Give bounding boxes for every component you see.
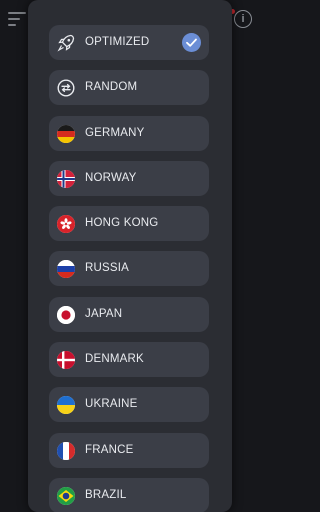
menu-icon[interactable] xyxy=(8,12,26,26)
rocket-icon xyxy=(57,34,75,52)
location-label: RUSSIA xyxy=(85,262,130,275)
ukraine-flag-icon xyxy=(57,396,75,415)
russia-flag-icon xyxy=(57,260,75,279)
germany-flag-icon xyxy=(57,124,75,143)
location-item-optimized[interactable]: OPTIMIZED xyxy=(49,25,209,60)
selected-check-icon xyxy=(182,33,201,52)
location-item-france[interactable]: FRANCE xyxy=(49,432,209,468)
location-list-sheet: OPTIMIZED RANDOM GERMANY NORWAY HONG KON… xyxy=(28,0,232,512)
location-label: HONG KONG xyxy=(85,217,159,230)
location-picker-screen: i OPTIMIZED RANDOM GERMANY NORWAY HONG K… xyxy=(0,0,259,512)
location-item-ukraine[interactable]: UKRAINE xyxy=(49,387,209,423)
location-label: GERMANY xyxy=(85,126,145,139)
hong-kong-flag-icon xyxy=(57,215,75,234)
location-label: NORWAY xyxy=(85,171,137,184)
location-item-russia[interactable]: RUSSIA xyxy=(49,251,209,287)
japan-flag-icon xyxy=(57,305,75,324)
location-item-random[interactable]: RANDOM xyxy=(49,70,209,106)
location-list: OPTIMIZED RANDOM GERMANY NORWAY HONG KON… xyxy=(49,25,209,512)
location-item-hong-kong[interactable]: HONG KONG xyxy=(49,206,209,242)
location-label: DENMARK xyxy=(85,353,144,366)
location-item-japan[interactable]: JAPAN xyxy=(49,296,209,332)
location-item-norway[interactable]: NORWAY xyxy=(49,160,209,196)
denmark-flag-icon xyxy=(57,351,75,370)
shuffle-icon xyxy=(57,79,75,97)
location-item-brazil[interactable]: BRAZIL xyxy=(49,477,209,512)
location-label: OPTIMIZED xyxy=(85,36,150,48)
location-label: FRANCE xyxy=(85,443,134,456)
location-item-germany[interactable]: GERMANY xyxy=(49,115,209,151)
brazil-flag-icon xyxy=(57,486,75,505)
france-flag-icon xyxy=(57,441,75,460)
location-label: JAPAN xyxy=(85,307,123,320)
info-icon[interactable]: i xyxy=(234,10,252,28)
location-item-denmark[interactable]: DENMARK xyxy=(49,342,209,378)
location-label: UKRAINE xyxy=(85,398,138,411)
norway-flag-icon xyxy=(57,169,75,188)
location-label: RANDOM xyxy=(85,81,138,94)
location-label: BRAZIL xyxy=(85,488,127,501)
